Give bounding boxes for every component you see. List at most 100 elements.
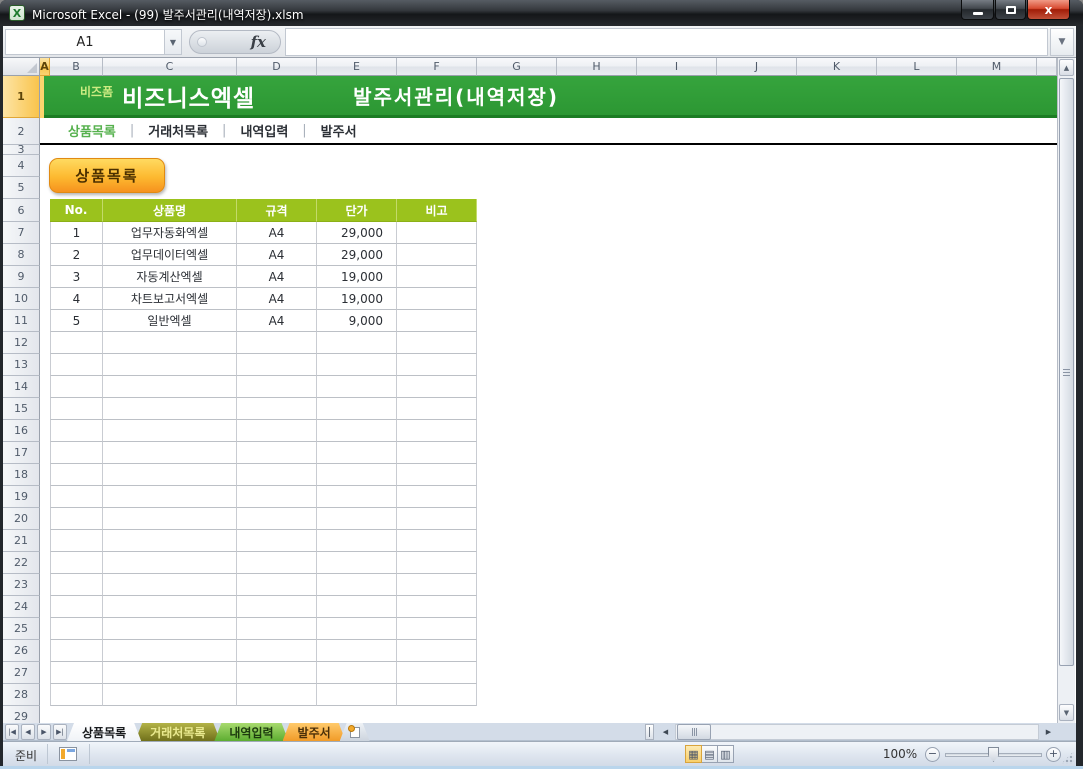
cell-empty[interactable]: [397, 662, 477, 684]
cell-empty[interactable]: [397, 684, 477, 706]
cell-empty[interactable]: [317, 640, 397, 662]
normal-view-button[interactable]: ▦: [685, 745, 702, 763]
cell-empty[interactable]: [237, 332, 317, 354]
cell-no[interactable]: 1: [50, 222, 103, 244]
cell-name[interactable]: 자동계산엑셀: [103, 266, 237, 288]
cell-empty[interactable]: [317, 684, 397, 706]
cell-note[interactable]: [397, 288, 477, 310]
cell-empty[interactable]: [50, 442, 103, 464]
cell-empty[interactable]: [317, 486, 397, 508]
cell-empty[interactable]: [103, 508, 237, 530]
cell-empty[interactable]: [103, 354, 237, 376]
column-header-A[interactable]: A: [40, 58, 50, 76]
column-header-M[interactable]: M: [957, 58, 1037, 76]
column-header-D[interactable]: D: [237, 58, 317, 76]
resize-grip[interactable]: [1061, 751, 1074, 764]
row-header-10[interactable]: 10: [3, 288, 40, 310]
nav-menu-item-3[interactable]: 내역입력: [240, 121, 288, 140]
row-header-21[interactable]: 21: [3, 530, 40, 552]
sheet-tab-1[interactable]: 상품목록: [67, 723, 141, 741]
cell-empty[interactable]: [50, 618, 103, 640]
cell-empty[interactable]: [237, 684, 317, 706]
row-header-23[interactable]: 23: [3, 574, 40, 596]
cell-price[interactable]: 19,000: [317, 266, 397, 288]
scroll-up-icon[interactable]: ▲: [1059, 59, 1074, 76]
cell-price[interactable]: 19,000: [317, 288, 397, 310]
cell-spec[interactable]: A4: [237, 266, 317, 288]
row-header-14[interactable]: 14: [3, 376, 40, 398]
cell-empty[interactable]: [237, 662, 317, 684]
cell-empty[interactable]: [397, 618, 477, 640]
cell-note[interactable]: [397, 244, 477, 266]
cell-name[interactable]: 업무데이터엑셀: [103, 244, 237, 266]
row-header-5[interactable]: 5: [3, 177, 40, 199]
column-header-H[interactable]: H: [557, 58, 637, 76]
sheet-grid[interactable]: 비즈폼 비즈니스엑셀 발주서관리(내역저장) 상품목록 | 거래처목록 | 내역입력 | 발…: [3, 76, 1057, 723]
column-header-B[interactable]: B: [50, 58, 103, 76]
cell-empty[interactable]: [317, 442, 397, 464]
first-sheet-icon[interactable]: |◀: [5, 724, 19, 740]
page-break-view-button[interactable]: ▥: [717, 745, 734, 763]
column-header-G[interactable]: G: [477, 58, 557, 76]
column-header-K[interactable]: K: [797, 58, 877, 76]
cell-price[interactable]: 9,000: [317, 310, 397, 332]
cell-empty[interactable]: [103, 376, 237, 398]
macro-record-icon[interactable]: [59, 747, 77, 761]
cell-empty[interactable]: [397, 486, 477, 508]
cell-empty[interactable]: [237, 640, 317, 662]
row-header-7[interactable]: 7: [3, 222, 40, 244]
table-header-5[interactable]: 비고: [397, 199, 477, 222]
cell-empty[interactable]: [103, 398, 237, 420]
cell-empty[interactable]: [237, 354, 317, 376]
cell-spec[interactable]: A4: [237, 222, 317, 244]
zoom-level[interactable]: 100%: [881, 747, 919, 761]
cell-empty[interactable]: [103, 640, 237, 662]
row-header-15[interactable]: 15: [3, 398, 40, 420]
cell-empty[interactable]: [50, 574, 103, 596]
row-header-19[interactable]: 19: [3, 486, 40, 508]
cell-note[interactable]: [397, 266, 477, 288]
column-header-C[interactable]: C: [103, 58, 237, 76]
cell-empty[interactable]: [103, 464, 237, 486]
hscroll-right-icon[interactable]: ▶: [1041, 724, 1056, 740]
column-header-L[interactable]: L: [877, 58, 957, 76]
cell-empty[interactable]: [317, 574, 397, 596]
vertical-scrollbar-thumb[interactable]: [1059, 78, 1074, 666]
cell-empty[interactable]: [103, 486, 237, 508]
next-sheet-icon[interactable]: ▶: [37, 724, 51, 740]
row-header-29[interactable]: 29: [3, 706, 40, 723]
cell-empty[interactable]: [237, 398, 317, 420]
row-header-17[interactable]: 17: [3, 442, 40, 464]
row-header-2[interactable]: 2: [3, 118, 40, 145]
horizontal-scrollbar[interactable]: [675, 724, 1039, 740]
cell-empty[interactable]: [237, 464, 317, 486]
tab-split-handle[interactable]: [645, 724, 654, 740]
cell-empty[interactable]: [317, 420, 397, 442]
sheet-tab-4[interactable]: 발주서: [283, 723, 346, 741]
formula-bar-expand-icon[interactable]: ▼: [1050, 28, 1074, 56]
cell-price[interactable]: 29,000: [317, 222, 397, 244]
cell-empty[interactable]: [397, 354, 477, 376]
cell-empty[interactable]: [103, 684, 237, 706]
minimize-button[interactable]: [961, 0, 994, 20]
cell-empty[interactable]: [50, 332, 103, 354]
cell-empty[interactable]: [50, 508, 103, 530]
cell-empty[interactable]: [237, 530, 317, 552]
nav-menu-item-2[interactable]: 거래처목록: [148, 121, 208, 140]
cell-empty[interactable]: [397, 574, 477, 596]
maximize-button[interactable]: [995, 0, 1026, 20]
cell-empty[interactable]: [103, 420, 237, 442]
row-header-22[interactable]: 22: [3, 552, 40, 574]
cell-empty[interactable]: [50, 684, 103, 706]
cell-empty[interactable]: [103, 574, 237, 596]
table-header-2[interactable]: 상품명: [103, 199, 237, 222]
cell-empty[interactable]: [103, 332, 237, 354]
cell-empty[interactable]: [50, 530, 103, 552]
cell-empty[interactable]: [50, 662, 103, 684]
cell-empty[interactable]: [397, 596, 477, 618]
cell-empty[interactable]: [317, 618, 397, 640]
cell-empty[interactable]: [397, 530, 477, 552]
cell-empty[interactable]: [397, 640, 477, 662]
previous-sheet-icon[interactable]: ◀: [21, 724, 35, 740]
cell-empty[interactable]: [237, 508, 317, 530]
